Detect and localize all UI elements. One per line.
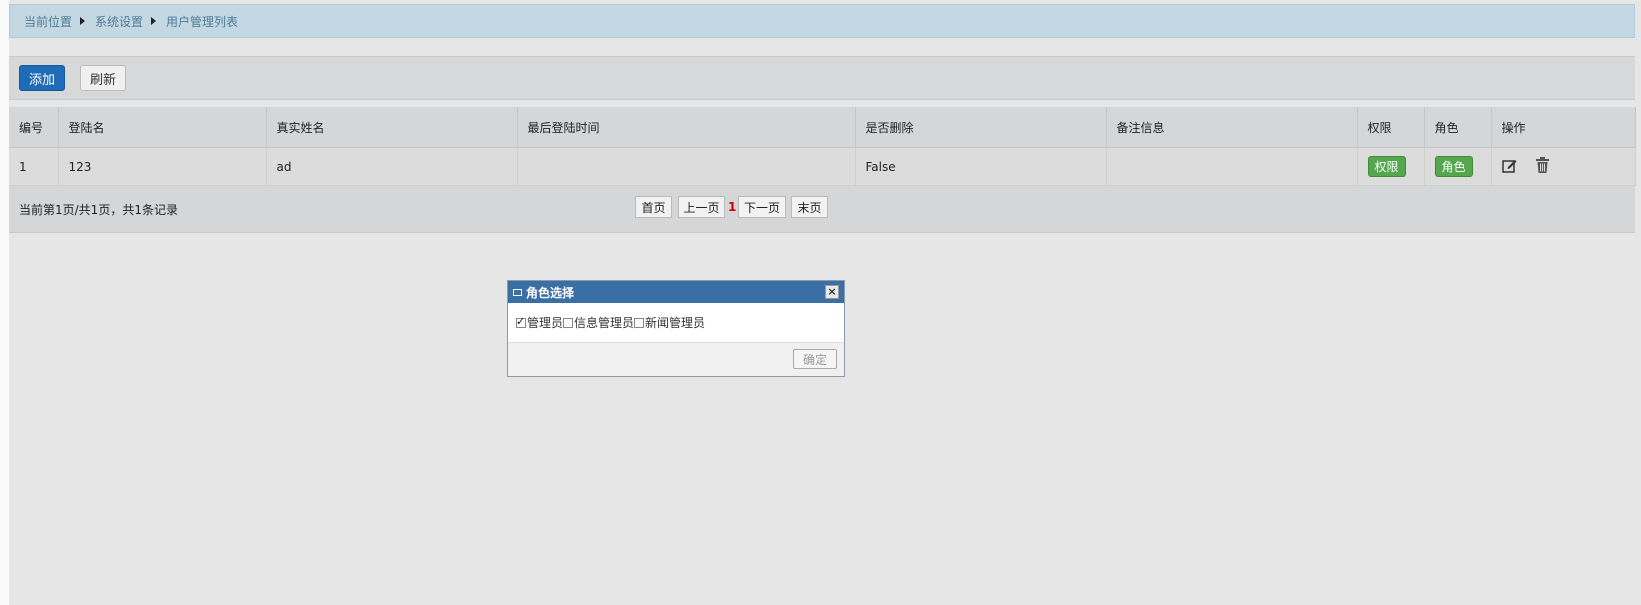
cell-login: 123 — [58, 147, 267, 186]
column-header-id: 编号 — [9, 107, 59, 148]
close-icon[interactable]: × — [825, 285, 839, 299]
dialog-titlebar[interactable]: 角色选择 × — [508, 281, 844, 303]
role-label-admin: 管理员 — [527, 316, 564, 330]
table-header-row: 编号 登陆名 真实姓名 最后登陆时间 是否删除 备注信息 权限 角色 操作 — [9, 107, 1636, 148]
column-header-real-name: 真实姓名 — [266, 107, 518, 148]
cell-real-name: ad — [266, 147, 518, 186]
window-icon — [513, 288, 522, 296]
role-button[interactable]: 角色 — [1434, 156, 1473, 177]
pagination-summary: 当前第1页/共1页，共1条记录 — [19, 203, 178, 217]
column-header-deleted: 是否删除 — [855, 107, 1107, 148]
cell-actions — [1491, 147, 1636, 186]
role-label-news-admin: 新闻管理员 — [645, 316, 706, 330]
caret-right-icon — [151, 17, 157, 25]
role-checkbox-info-admin[interactable] — [563, 317, 574, 328]
add-button[interactable]: 添加 — [19, 65, 65, 91]
role-select-dialog: 角色选择 × 管理员 信息管理员 新闻管理员 确定 — [507, 280, 845, 377]
cell-deleted: False — [855, 147, 1107, 186]
table-row: 1 123 ad False 权限 角色 — [9, 147, 1636, 186]
column-header-actions: 操作 — [1491, 107, 1636, 148]
role-label-info-admin: 信息管理员 — [574, 316, 635, 330]
caret-right-icon — [80, 17, 86, 25]
breadcrumb-item-location: 当前位置 — [24, 14, 73, 29]
dialog-body: 管理员 信息管理员 新闻管理员 — [508, 303, 844, 342]
first-page-button[interactable]: 首页 — [635, 196, 672, 218]
refresh-button[interactable]: 刷新 — [80, 65, 126, 91]
page-left-edge — [0, 0, 9, 605]
column-header-role: 角色 — [1424, 107, 1492, 148]
dialog-title: 角色选择 — [526, 285, 575, 300]
role-checkbox-admin[interactable] — [516, 315, 526, 328]
dialog-footer: 确定 — [508, 342, 844, 376]
user-table: 编号 登陆名 真实姓名 最后登陆时间 是否删除 备注信息 权限 角色 操作 1 … — [9, 107, 1636, 186]
trash-icon[interactable] — [1536, 157, 1550, 176]
breadcrumb-item-user-list[interactable]: 用户管理列表 — [166, 13, 238, 30]
breadcrumb-item-system-settings[interactable]: 系统设置 — [95, 13, 143, 30]
current-page-number: 1 — [728, 200, 737, 214]
pagination-bar: 当前第1页/共1页，共1条记录 首页 上一页 1 下一页 末页 — [9, 186, 1635, 233]
edit-icon[interactable] — [1501, 158, 1517, 176]
role-checkbox-news-admin[interactable] — [634, 317, 645, 328]
permission-button[interactable]: 权限 — [1367, 156, 1406, 177]
cell-permission: 权限 — [1357, 147, 1425, 186]
cell-role: 角色 — [1424, 147, 1492, 186]
cell-last-login — [517, 147, 856, 186]
column-header-remark: 备注信息 — [1106, 107, 1358, 148]
column-header-login: 登陆名 — [58, 107, 267, 148]
column-header-last-login: 最后登陆时间 — [517, 107, 856, 148]
cell-id: 1 — [9, 147, 59, 186]
confirm-button[interactable]: 确定 — [793, 349, 837, 369]
cell-remark — [1106, 147, 1358, 186]
column-header-permission: 权限 — [1357, 107, 1425, 148]
next-page-button[interactable]: 下一页 — [738, 196, 786, 218]
breadcrumb: 当前位置 系统设置 用户管理列表 — [9, 4, 1635, 38]
last-page-button[interactable]: 末页 — [791, 196, 828, 218]
toolbar: 添加 刷新 — [9, 56, 1635, 100]
prev-page-button[interactable]: 上一页 — [678, 196, 725, 218]
